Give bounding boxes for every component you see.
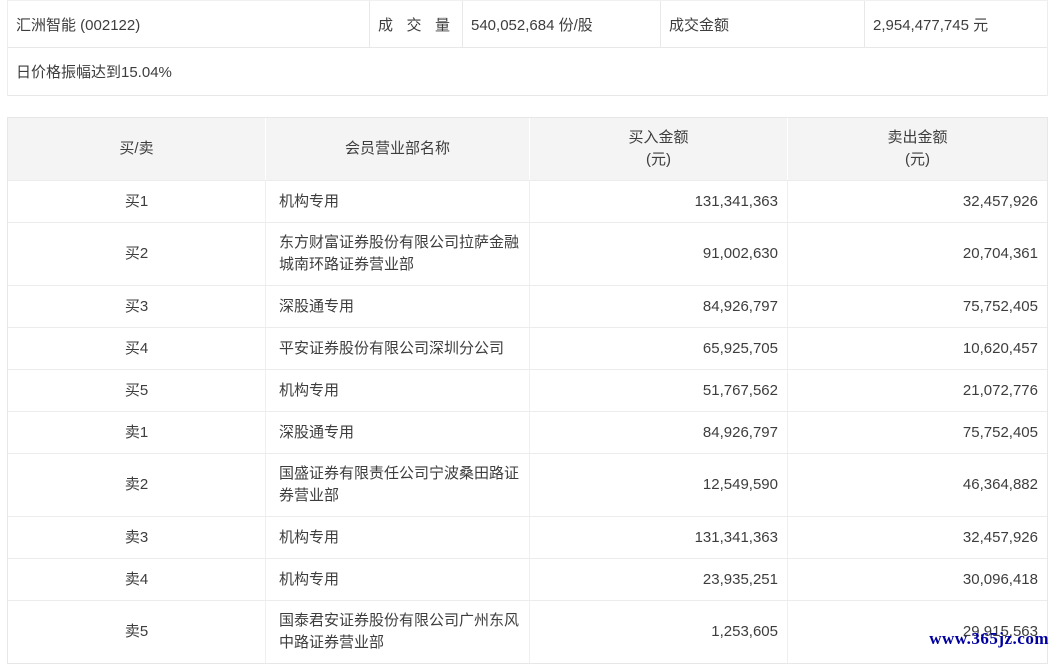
sell-amount-cell: 46,364,882	[788, 454, 1047, 516]
rank-cell: 卖2	[8, 454, 266, 516]
stock-summary-bar: 汇洲智能 (002122) 成交量 540,052,684 份/股 成交金额 2…	[7, 0, 1048, 96]
rank-cell: 卖5	[8, 601, 266, 663]
buy-amount-cell: 23,935,251	[530, 559, 788, 600]
table-row: 卖3 机构专用 131,341,363 32,457,926	[8, 516, 1047, 558]
volume-value: 540,052,684 份/股	[463, 1, 661, 47]
buy-amount-cell: 84,926,797	[530, 286, 788, 327]
branch-cell: 平安证券股份有限公司深圳分公司	[266, 328, 530, 369]
branch-cell: 国泰君安证券股份有限公司广州东风中路证券营业部	[266, 601, 530, 663]
header-sell-amount: 卖出金额 (元)	[788, 118, 1047, 180]
header-buy-amount-label: 买入金额	[628, 127, 688, 149]
header-side: 买/卖	[8, 118, 266, 180]
header-buy-amount: 买入金额 (元)	[530, 118, 788, 180]
branch-cell: 机构专用	[266, 517, 530, 558]
sell-amount-cell: 10,620,457	[788, 328, 1047, 369]
sell-amount-cell: 32,457,926	[788, 517, 1047, 558]
rank-cell: 卖4	[8, 559, 266, 600]
rank-cell: 买3	[8, 286, 266, 327]
rank-cell: 买2	[8, 223, 266, 285]
branch-cell: 国盛证券有限责任公司宁波桑田路证券营业部	[266, 454, 530, 516]
table-row: 买2 东方财富证券股份有限公司拉萨金融城南环路证券营业部 91,002,630 …	[8, 222, 1047, 285]
sell-amount-cell: 75,752,405	[788, 412, 1047, 453]
sell-amount-cell: 32,457,926	[788, 181, 1047, 222]
sell-amount-cell: 21,072,776	[788, 370, 1047, 411]
amount-label: 成交金额	[661, 1, 865, 47]
buy-amount-cell: 1,253,605	[530, 601, 788, 663]
sell-amount-cell: 75,752,405	[788, 286, 1047, 327]
buy-amount-cell: 91,002,630	[530, 223, 788, 285]
branch-cell: 机构专用	[266, 559, 530, 600]
table-row: 买4 平安证券股份有限公司深圳分公司 65,925,705 10,620,457	[8, 327, 1047, 369]
broker-seats-table: 买/卖 会员营业部名称 买入金额 (元) 卖出金额 (元) 买1 机构专用 13…	[7, 117, 1048, 664]
buy-amount-cell: 131,341,363	[530, 517, 788, 558]
table-header-row: 买/卖 会员营业部名称 买入金额 (元) 卖出金额 (元)	[8, 118, 1047, 180]
rank-cell: 买4	[8, 328, 266, 369]
header-buy-amount-unit: (元)	[646, 149, 671, 171]
summary-row: 汇洲智能 (002122) 成交量 540,052,684 份/股 成交金额 2…	[8, 1, 1047, 48]
buy-amount-cell: 65,925,705	[530, 328, 788, 369]
table-row: 卖2 国盛证券有限责任公司宁波桑田路证券营业部 12,549,590 46,36…	[8, 453, 1047, 516]
table-row: 卖4 机构专用 23,935,251 30,096,418	[8, 558, 1047, 600]
rank-cell: 买5	[8, 370, 266, 411]
sell-amount-cell: 20,704,361	[788, 223, 1047, 285]
price-swing-notice: 日价格振幅达到15.04%	[8, 48, 1047, 96]
table-row: 卖1 深股通专用 84,926,797 75,752,405	[8, 411, 1047, 453]
buy-amount-cell: 12,549,590	[530, 454, 788, 516]
rank-cell: 卖1	[8, 412, 266, 453]
rank-cell: 卖3	[8, 517, 266, 558]
table-row: 买5 机构专用 51,767,562 21,072,776	[8, 369, 1047, 411]
branch-cell: 机构专用	[266, 370, 530, 411]
header-sell-amount-unit: (元)	[905, 149, 930, 171]
header-branch: 会员营业部名称	[266, 118, 530, 180]
rank-cell: 买1	[8, 181, 266, 222]
table-row: 买1 机构专用 131,341,363 32,457,926	[8, 180, 1047, 222]
buy-amount-cell: 131,341,363	[530, 181, 788, 222]
branch-cell: 深股通专用	[266, 412, 530, 453]
branch-cell: 东方财富证券股份有限公司拉萨金融城南环路证券营业部	[266, 223, 530, 285]
header-sell-amount-label: 卖出金额	[887, 127, 947, 149]
table-row: 卖5 国泰君安证券股份有限公司广州东风中路证券营业部 1,253,605 29,…	[8, 600, 1047, 663]
table-row: 买3 深股通专用 84,926,797 75,752,405	[8, 285, 1047, 327]
buy-amount-cell: 51,767,562	[530, 370, 788, 411]
site-watermark-link[interactable]: www.365jz.com	[929, 629, 1049, 649]
sell-amount-cell: 30,096,418	[788, 559, 1047, 600]
volume-label: 成交量	[378, 14, 450, 35]
buy-amount-cell: 84,926,797	[530, 412, 788, 453]
amount-value: 2,954,477,745 元	[865, 1, 1047, 47]
branch-cell: 机构专用	[266, 181, 530, 222]
stock-title: 汇洲智能 (002122)	[8, 1, 370, 47]
branch-cell: 深股通专用	[266, 286, 530, 327]
